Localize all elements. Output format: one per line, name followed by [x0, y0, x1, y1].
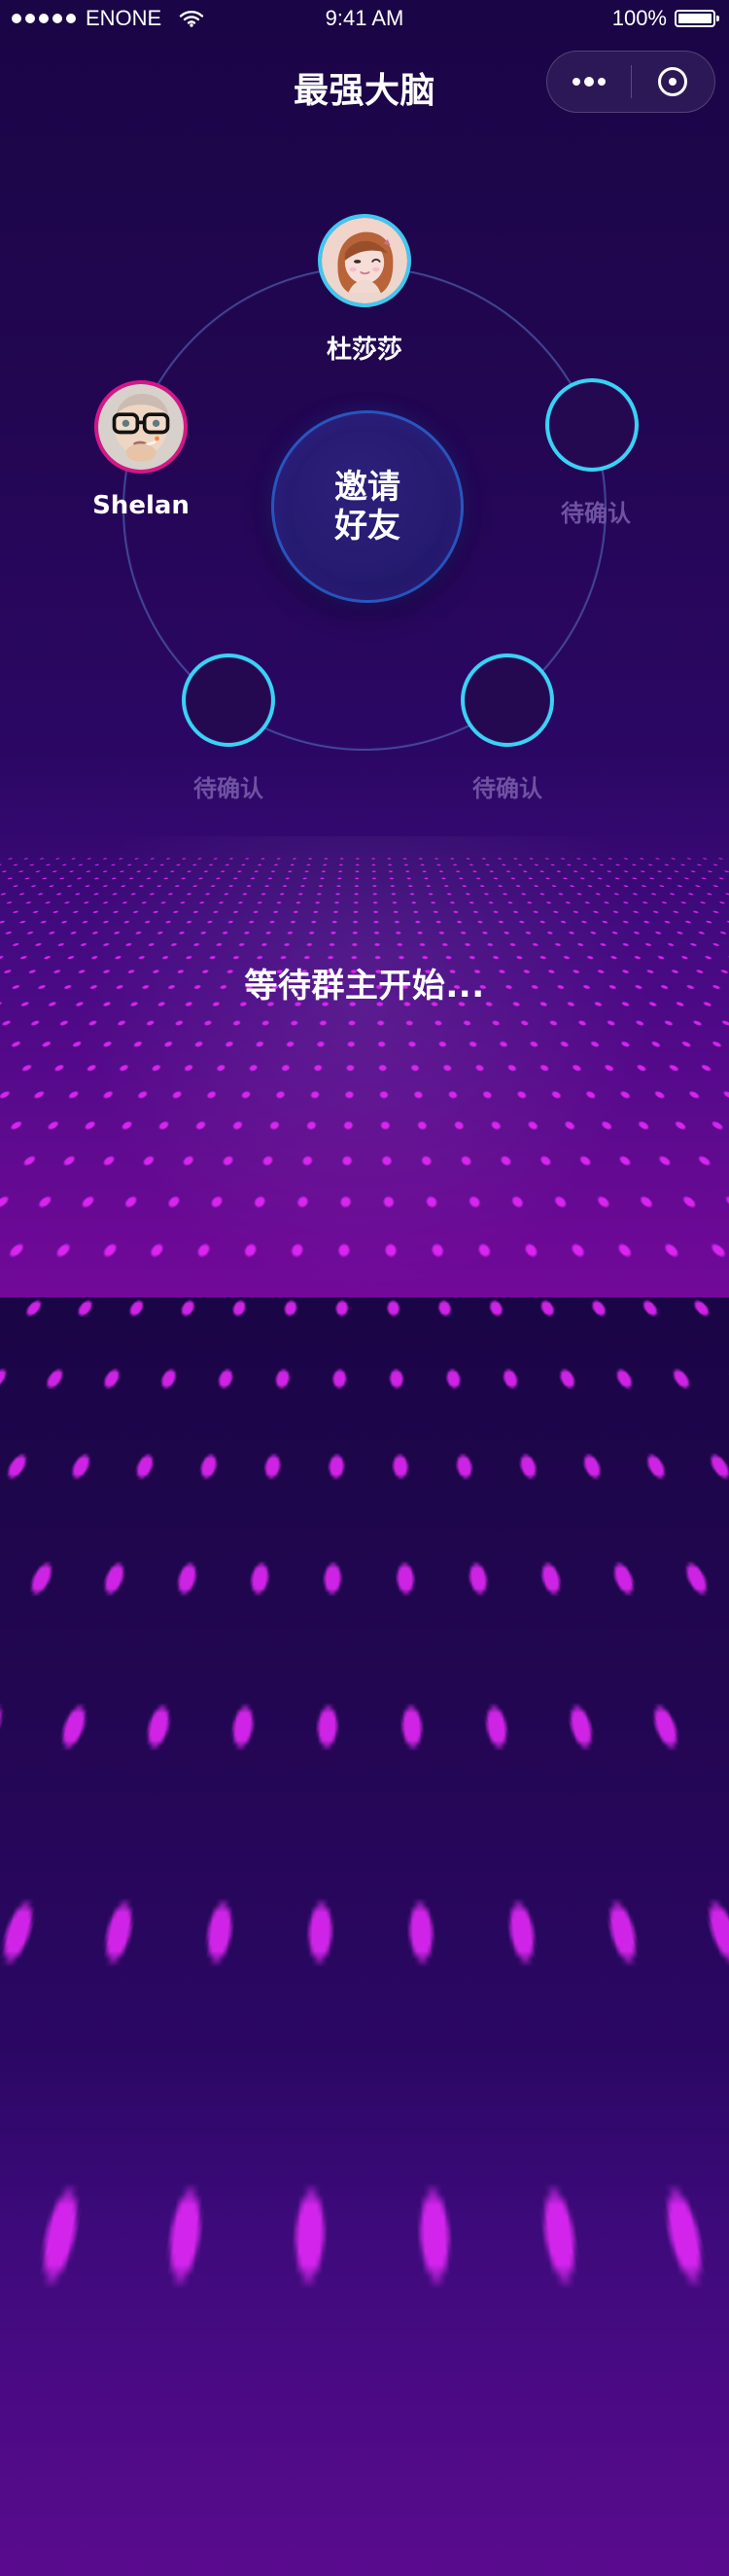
child-with-glasses-avatar-illustration	[98, 384, 184, 470]
player-name-shelan: Shelan	[92, 491, 190, 520]
pending-label-bottom-right: 待确认	[472, 775, 542, 802]
girl-avatar-illustration	[322, 218, 407, 303]
pending-slot-right[interactable]	[545, 378, 639, 472]
invite-friends-button[interactable]: 邀请 好友	[271, 410, 464, 603]
battery-percentage: 100%	[611, 6, 667, 30]
battery-icon	[675, 10, 719, 27]
target-icon	[658, 67, 688, 96]
status-bar: ENONE 9:41 AM 100%	[0, 0, 729, 39]
player-name-dushasha: 杜莎莎	[326, 335, 402, 365]
pending-slot-bottom-left[interactable]	[182, 653, 275, 747]
waiting-message: 等待群主开始...	[244, 967, 485, 1006]
player-avatar-shelan	[94, 380, 188, 474]
pending-slot-bottom-right[interactable]	[461, 653, 554, 747]
more-dots-icon	[572, 77, 606, 87]
close-mini-program-button[interactable]	[632, 52, 715, 112]
invite-friends-label: 邀请 好友	[334, 468, 400, 546]
player-avatar-dushasha	[318, 214, 411, 307]
battery-group: 100%	[611, 6, 719, 31]
more-button[interactable]	[547, 52, 631, 112]
mini-program-capsule	[546, 51, 715, 113]
pending-label-right: 待确认	[561, 500, 631, 527]
pending-label-bottom-left: 待确认	[193, 775, 263, 802]
perspective-dot-grid	[0, 856, 729, 2576]
